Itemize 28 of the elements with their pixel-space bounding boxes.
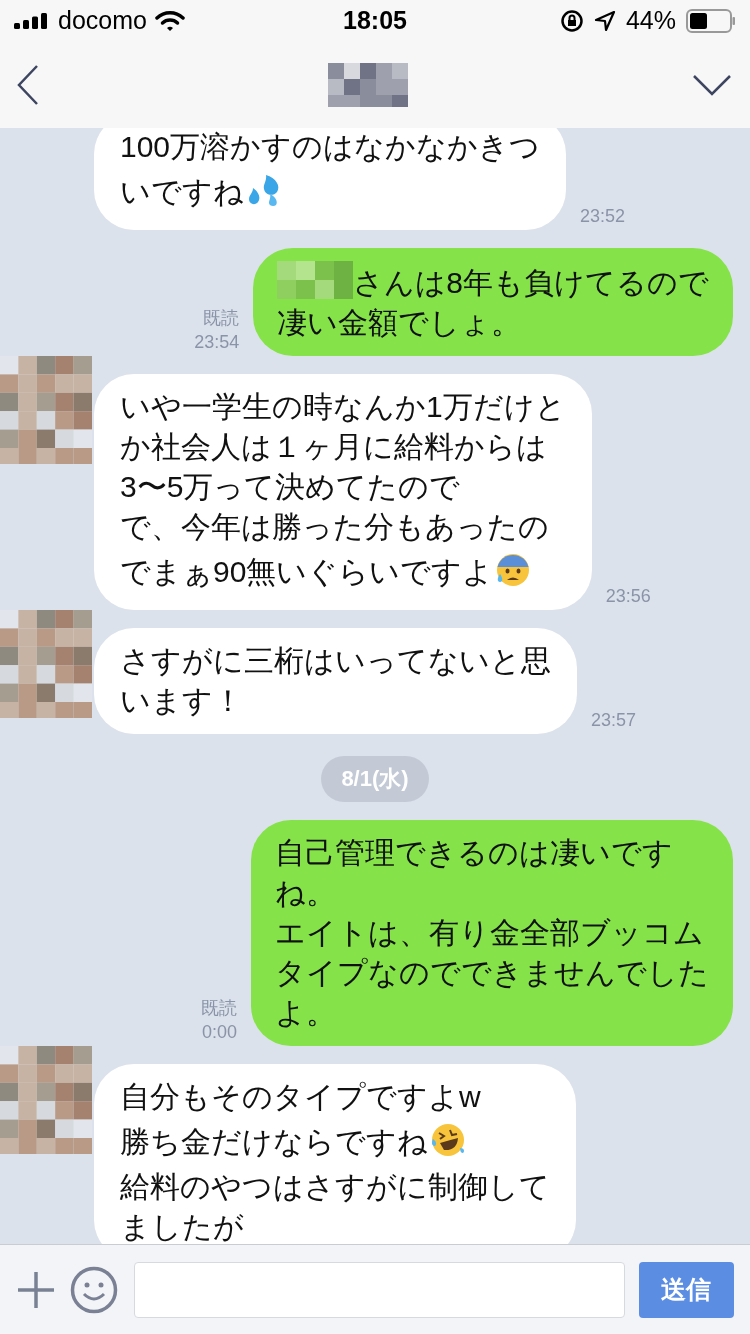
message-text: さんは8年も負けてるので 凄い金額でしょ。	[277, 261, 709, 343]
battery-icon	[686, 9, 736, 33]
status-time: 18:05	[343, 5, 407, 37]
date-chip: 8/1(水)	[321, 756, 429, 802]
add-button[interactable]	[16, 1269, 56, 1310]
wifi-icon	[154, 10, 185, 32]
message-text: 自己管理できるのは凄いです ね。 エイトは、有り金全部ブッコム タイプなのでできませんでした よ。	[275, 835, 709, 1031]
message-time: 23:52	[580, 205, 626, 228]
message-time: 23:57	[591, 709, 637, 732]
message-time: 23:56	[605, 585, 651, 608]
carrier-name: docomo	[58, 5, 147, 37]
emoji-button[interactable]	[70, 1265, 118, 1314]
signal-icon	[14, 13, 50, 29]
message-text: さすがに三桁はいってないと思 います！	[120, 643, 551, 719]
read-receipt: 既読	[203, 307, 240, 330]
message-text: 自分もそのタイプですよw 勝ち金だけならですね 給料のやつはさすがに制御して ましたが	[120, 1079, 550, 1244]
rotation-lock-icon	[559, 9, 584, 33]
send-button[interactable]: 送信	[638, 1261, 734, 1318]
message-input[interactable]	[134, 1261, 625, 1318]
anxious-face-icon	[495, 552, 532, 588]
message-text: いや一学生の時なんか1万だけと か社会人は１ヶ月に給料からは 3〜5万って決めてたので で、今年は勝った分もあったの でまぁ90無いぐらいですよ	[120, 389, 566, 590]
read-receipt: 既読	[201, 997, 237, 1020]
laughing-face-icon	[430, 1122, 466, 1158]
message-time: 23:54	[194, 331, 240, 354]
location-arrow-icon	[593, 10, 616, 32]
message-text: 100万溶かすのはなかなかきつ いですね	[120, 129, 541, 210]
battery-percent: 44%	[625, 5, 676, 37]
message-time: 0:00	[201, 1021, 237, 1044]
